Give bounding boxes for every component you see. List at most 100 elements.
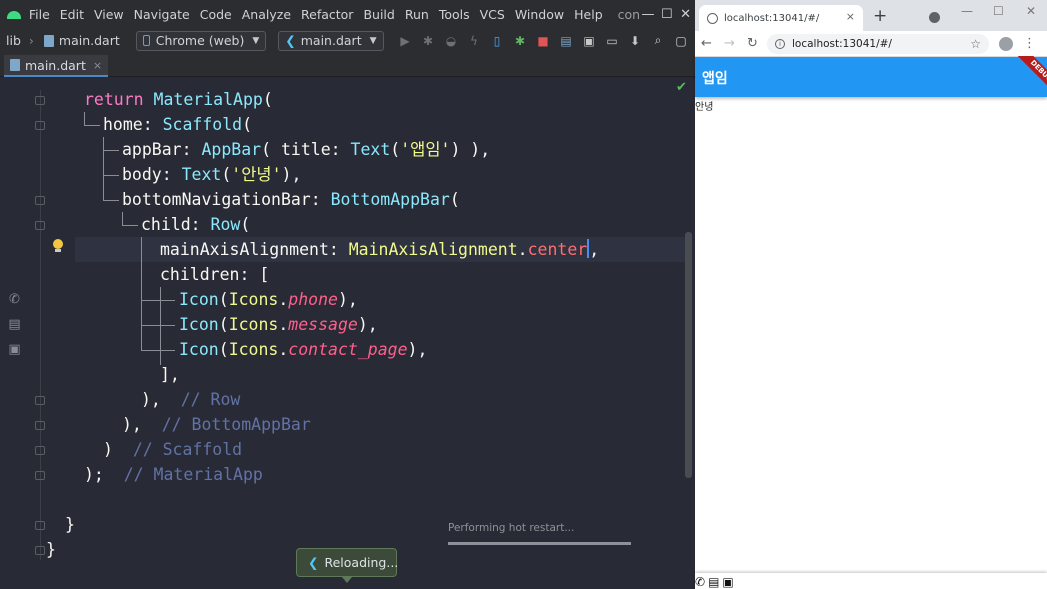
profile-icon[interactable]: ◒ [440, 31, 463, 51]
debug-icon[interactable]: ✱ [417, 31, 440, 51]
menu-item-analyze[interactable]: Analyze [237, 7, 296, 22]
tree-connector [141, 300, 175, 301]
editor-scrollbar[interactable] [685, 232, 692, 478]
sync-icon[interactable]: ▤ [555, 31, 578, 51]
browser-tab[interactable]: localhost:13041/#/ × [699, 5, 863, 31]
hot-reload-icon[interactable]: ϟ [463, 31, 486, 51]
code-token: ( [261, 140, 281, 159]
code-token: home: [103, 115, 163, 134]
tab-search-icon[interactable] [929, 12, 940, 23]
flutter-app-bar: 앱임 [695, 57, 1047, 97]
menu-item-vcs[interactable]: VCS [475, 7, 510, 22]
fold-marker-icon[interactable] [35, 196, 45, 205]
code-token: . [278, 340, 289, 359]
editor-gutter: ✆ ▤ ▣ [0, 78, 75, 589]
ide-maximize-button[interactable]: ☐ [657, 7, 676, 22]
menu-item-run[interactable]: Run [400, 7, 434, 22]
browser-window: localhost:13041/#/ × + — ☐ ✕ ← → ↻ i loc… [695, 0, 1047, 589]
address-bar[interactable]: i localhost:13041/#/ ☆ [767, 33, 989, 54]
fold-marker-icon[interactable] [35, 521, 45, 530]
attach-debugger-icon[interactable]: ✱ [509, 31, 532, 51]
stop-icon[interactable]: ■ [532, 31, 555, 51]
code-token: Icons [228, 290, 279, 309]
forward-icon[interactable]: → [718, 36, 741, 51]
menu-item-tools[interactable]: Tools [434, 7, 475, 22]
back-icon[interactable]: ← [695, 36, 718, 51]
run-icon[interactable]: ▶ [394, 31, 417, 51]
code-token: Scaffold [162, 115, 243, 134]
code-line: Icon(Icons.phone), [179, 287, 358, 312]
code-token: ); [84, 465, 124, 484]
close-icon[interactable]: × [93, 59, 102, 72]
fold-marker-icon[interactable] [35, 121, 45, 130]
hot-restart-status: Performing hot restart... [448, 522, 575, 534]
sdk-manager-icon[interactable]: ⬇ [624, 31, 647, 51]
message-icon: ▤ [708, 575, 720, 589]
fold-marker-icon[interactable] [35, 546, 45, 555]
menu-item-edit[interactable]: Edit [55, 7, 89, 22]
menu-item-window[interactable]: Window [510, 7, 569, 22]
browser-close-button[interactable]: ✕ [1026, 4, 1036, 18]
device-icon [142, 35, 150, 46]
breadcrumb-folder[interactable]: lib [0, 33, 25, 48]
more-options-icon[interactable]: ⋮ [1023, 36, 1036, 51]
code-line: return MaterialApp( [84, 87, 273, 112]
fold-marker-icon[interactable] [35, 221, 45, 230]
ide-close-button[interactable]: ✕ [676, 7, 695, 22]
code-token: body: [122, 165, 182, 184]
breadcrumb-file[interactable]: main.dart [38, 33, 124, 48]
new-tab-button[interactable]: + [873, 6, 887, 26]
code-token: ), [407, 340, 428, 359]
profile-avatar[interactable] [999, 36, 1013, 51]
menu-item-file[interactable]: File [24, 7, 55, 22]
fold-marker-icon[interactable] [35, 421, 45, 430]
close-icon[interactable]: × [846, 10, 855, 23]
fold-marker-icon[interactable] [35, 396, 45, 405]
code-token: contact_page [288, 340, 408, 359]
device-manager-icon[interactable]: ▭ [601, 31, 624, 51]
analysis-ok-icon[interactable]: ✔ [676, 80, 687, 95]
bookmark-star-icon[interactable]: ☆ [970, 37, 981, 51]
browser-maximize-button[interactable]: ☐ [993, 4, 1004, 18]
fold-marker-icon[interactable] [35, 471, 45, 480]
menu-item-refactor[interactable]: Refactor [296, 7, 358, 22]
attach-icon[interactable]: ▯ [486, 31, 509, 51]
fold-marker-icon[interactable] [35, 446, 45, 455]
code-token: mainAxisAlignment: [160, 240, 349, 259]
lightbulb-icon[interactable] [52, 239, 64, 253]
code-token: ( [240, 215, 251, 234]
code-line: Icon(Icons.message), [179, 312, 378, 337]
code-token: . [278, 290, 289, 309]
tree-connector [160, 287, 161, 365]
code-token: bottomNavigationBar: [122, 190, 331, 209]
ide-toolbar: lib › main.dart Chrome (web) ▼ ❮ main.da… [0, 28, 695, 53]
settings-icon[interactable]: ▢ [670, 31, 693, 51]
info-icon[interactable]: i [775, 38, 785, 49]
code-token: , [589, 240, 600, 259]
browser-tabstrip: localhost:13041/#/ × + — ☐ ✕ [695, 0, 1047, 31]
code-token: MainAxisAlignment [348, 240, 518, 259]
code-line: mainAxisAlignment: MainAxisAlignment.cen… [160, 237, 599, 262]
code-token: ( [262, 90, 273, 109]
browser-minimize-button[interactable]: — [961, 4, 973, 18]
device-selector-dropdown[interactable]: Chrome (web) ▼ [135, 30, 267, 51]
code-token: phone [288, 290, 338, 309]
code-token: ], [160, 365, 180, 384]
run-config-dropdown[interactable]: ❮ main.dart ▼ [278, 30, 384, 51]
menu-item-build[interactable]: Build [358, 7, 399, 22]
tree-connector [122, 225, 138, 226]
menu-item-view[interactable]: View [89, 7, 129, 22]
reload-icon[interactable]: ↻ [741, 36, 764, 51]
fold-marker-icon[interactable] [35, 96, 45, 105]
terminal-icon[interactable]: ▣ [578, 31, 601, 51]
menu-item-code[interactable]: Code [195, 7, 237, 22]
toolbar-actions: ▶ ✱ ◒ ϟ ▯ ✱ ■ ▤ ▣ ▭ ⬇ ⌕ ▢ [394, 31, 693, 51]
code-editor[interactable]: ✆ ▤ ▣ return MaterialApp( home: Scaffold (… [0, 78, 695, 589]
tab-main-dart[interactable]: main.dart × [4, 55, 109, 77]
ide-minimize-button[interactable]: — [639, 7, 658, 22]
menu-item-navigate[interactable]: Navigate [129, 7, 195, 22]
progress-fill [448, 542, 631, 545]
tree-connector [122, 212, 123, 226]
search-icon[interactable]: ⌕ [647, 31, 670, 51]
menu-item-help[interactable]: Help [569, 7, 608, 22]
